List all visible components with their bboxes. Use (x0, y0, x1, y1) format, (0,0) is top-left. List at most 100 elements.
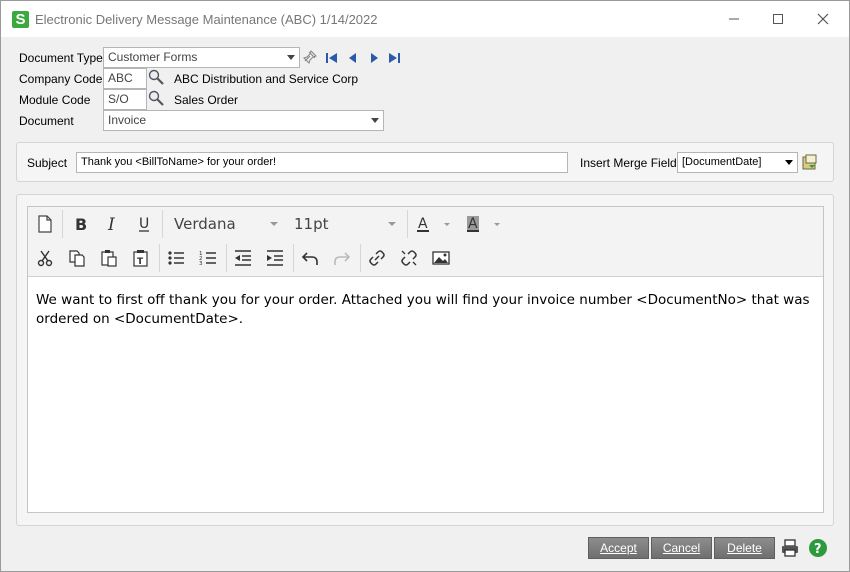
toolbar-separator (62, 210, 63, 238)
image-icon (432, 251, 450, 265)
bold-button[interactable]: B (66, 210, 94, 238)
first-record-icon[interactable] (324, 50, 340, 66)
svg-text:?: ? (814, 542, 822, 557)
merge-field-value: [DocumentDate] (682, 156, 762, 168)
bullet-list-button[interactable] (162, 244, 190, 272)
svg-text:U: U (139, 216, 149, 232)
accept-button[interactable]: Accept (588, 537, 649, 559)
font-size-select[interactable]: 11pt (294, 210, 400, 238)
toolbar-separator (226, 244, 227, 272)
cancel-label: Cancel (662, 541, 701, 555)
chevron-down-icon (270, 222, 278, 226)
window-title: Electronic Delivery Message Maintenance … (35, 12, 378, 27)
message-body[interactable]: We want to first off thank you for your … (36, 291, 816, 329)
close-button[interactable] (801, 5, 845, 33)
undo-icon (301, 252, 318, 265)
text-color-icon: A (417, 216, 450, 232)
last-record-icon[interactable] (386, 50, 402, 66)
insert-image-button[interactable] (427, 244, 455, 272)
paste-text-icon: T (133, 250, 148, 267)
module-name: Sales Order (174, 93, 239, 107)
toolbar-separator (360, 244, 361, 272)
accept-label: Accept (600, 541, 637, 555)
print-icon[interactable] (780, 538, 800, 558)
redo-button[interactable] (328, 244, 356, 272)
toolbar-separator (162, 210, 163, 238)
paste-button[interactable] (95, 244, 123, 272)
remove-link-button[interactable] (395, 244, 423, 272)
document-type-select[interactable]: Customer Forms (103, 47, 300, 68)
new-document-button[interactable] (31, 210, 59, 238)
new-document-icon (38, 215, 52, 233)
module-code-label: Module Code (19, 93, 91, 107)
merge-field-select[interactable]: [DocumentDate] (677, 152, 798, 173)
window: S Electronic Delivery Message Maintenanc… (0, 0, 850, 572)
bullet-list-icon (168, 251, 184, 265)
help-icon[interactable]: ? (808, 538, 828, 558)
bold-icon: B (75, 215, 87, 233)
insert-field-icon[interactable] (801, 153, 819, 171)
svg-text:T: T (137, 257, 144, 267)
maximize-button[interactable] (756, 5, 800, 33)
underline-icon: U (139, 216, 149, 232)
numbered-list-button[interactable]: 123 (194, 244, 222, 272)
close-icon (817, 13, 829, 25)
chevron-down-icon (371, 118, 379, 123)
outdent-icon (235, 250, 251, 266)
background-color-icon: A (467, 216, 500, 232)
underline-button[interactable]: U (130, 210, 158, 238)
pin-icon[interactable] (301, 48, 319, 66)
cancel-button[interactable]: Cancel (651, 537, 712, 559)
subject-input[interactable]: Thank you <BillToName> for your order! (76, 152, 568, 173)
svg-text:I: I (107, 215, 115, 233)
module-lookup-icon[interactable] (147, 89, 165, 107)
italic-icon: I (107, 215, 115, 233)
insert-link-button[interactable] (363, 244, 391, 272)
toolbar-separator (293, 244, 294, 272)
document-select[interactable]: Invoice (103, 110, 384, 131)
italic-button[interactable]: I (98, 210, 126, 238)
chevron-down-icon (388, 222, 396, 226)
document-type-label: Document Type (19, 51, 103, 65)
copy-button[interactable] (63, 244, 91, 272)
numbered-list-icon: 123 (199, 251, 216, 267)
toolbar-separator (407, 210, 408, 238)
company-name: ABC Distribution and Service Corp (174, 72, 359, 86)
cut-button[interactable] (31, 244, 59, 272)
module-code-field[interactable]: S/O (103, 89, 147, 110)
text-color-button[interactable]: A (412, 210, 452, 238)
minimize-icon (729, 18, 739, 20)
company-code-field[interactable]: ABC (103, 68, 147, 89)
font-family-value: Verdana (174, 215, 236, 233)
font-size-value: 11pt (294, 215, 329, 233)
insert-merge-field-label: Insert Merge Field (580, 156, 677, 170)
document-value: Invoice (108, 113, 147, 127)
indent-button[interactable] (261, 244, 289, 272)
indent-icon (267, 250, 283, 266)
title-bar: S Electronic Delivery Message Maintenanc… (1, 1, 849, 37)
link-icon (369, 250, 385, 266)
maximize-icon (773, 14, 783, 24)
previous-record-icon[interactable] (345, 50, 361, 66)
outdent-button[interactable] (229, 244, 257, 272)
app-icon: S (12, 11, 29, 28)
undo-button[interactable] (296, 244, 324, 272)
rich-text-editor: B I U Verdana 11pt A A T 1 2 3 We want t… (27, 206, 824, 513)
company-lookup-icon[interactable] (147, 68, 165, 86)
font-family-select[interactable]: Verdana (174, 210, 286, 238)
chevron-down-icon (785, 160, 793, 165)
highlight-color-button[interactable]: A (462, 210, 502, 238)
toolbar-separator (159, 244, 160, 272)
paste-text-button[interactable]: T (127, 244, 155, 272)
next-record-icon[interactable] (366, 50, 382, 66)
company-code-label: Company Code (19, 72, 103, 86)
minimize-button[interactable] (712, 5, 756, 33)
editor-toolbar: B I U Verdana 11pt A A T 1 2 3 (28, 207, 823, 277)
delete-button[interactable]: Delete (714, 537, 775, 559)
svg-text:3: 3 (199, 261, 203, 267)
delete-label: Delete (727, 541, 762, 555)
chevron-down-icon (287, 55, 295, 60)
paste-icon (101, 250, 117, 267)
svg-text:A: A (418, 216, 428, 232)
copy-icon (69, 250, 85, 267)
